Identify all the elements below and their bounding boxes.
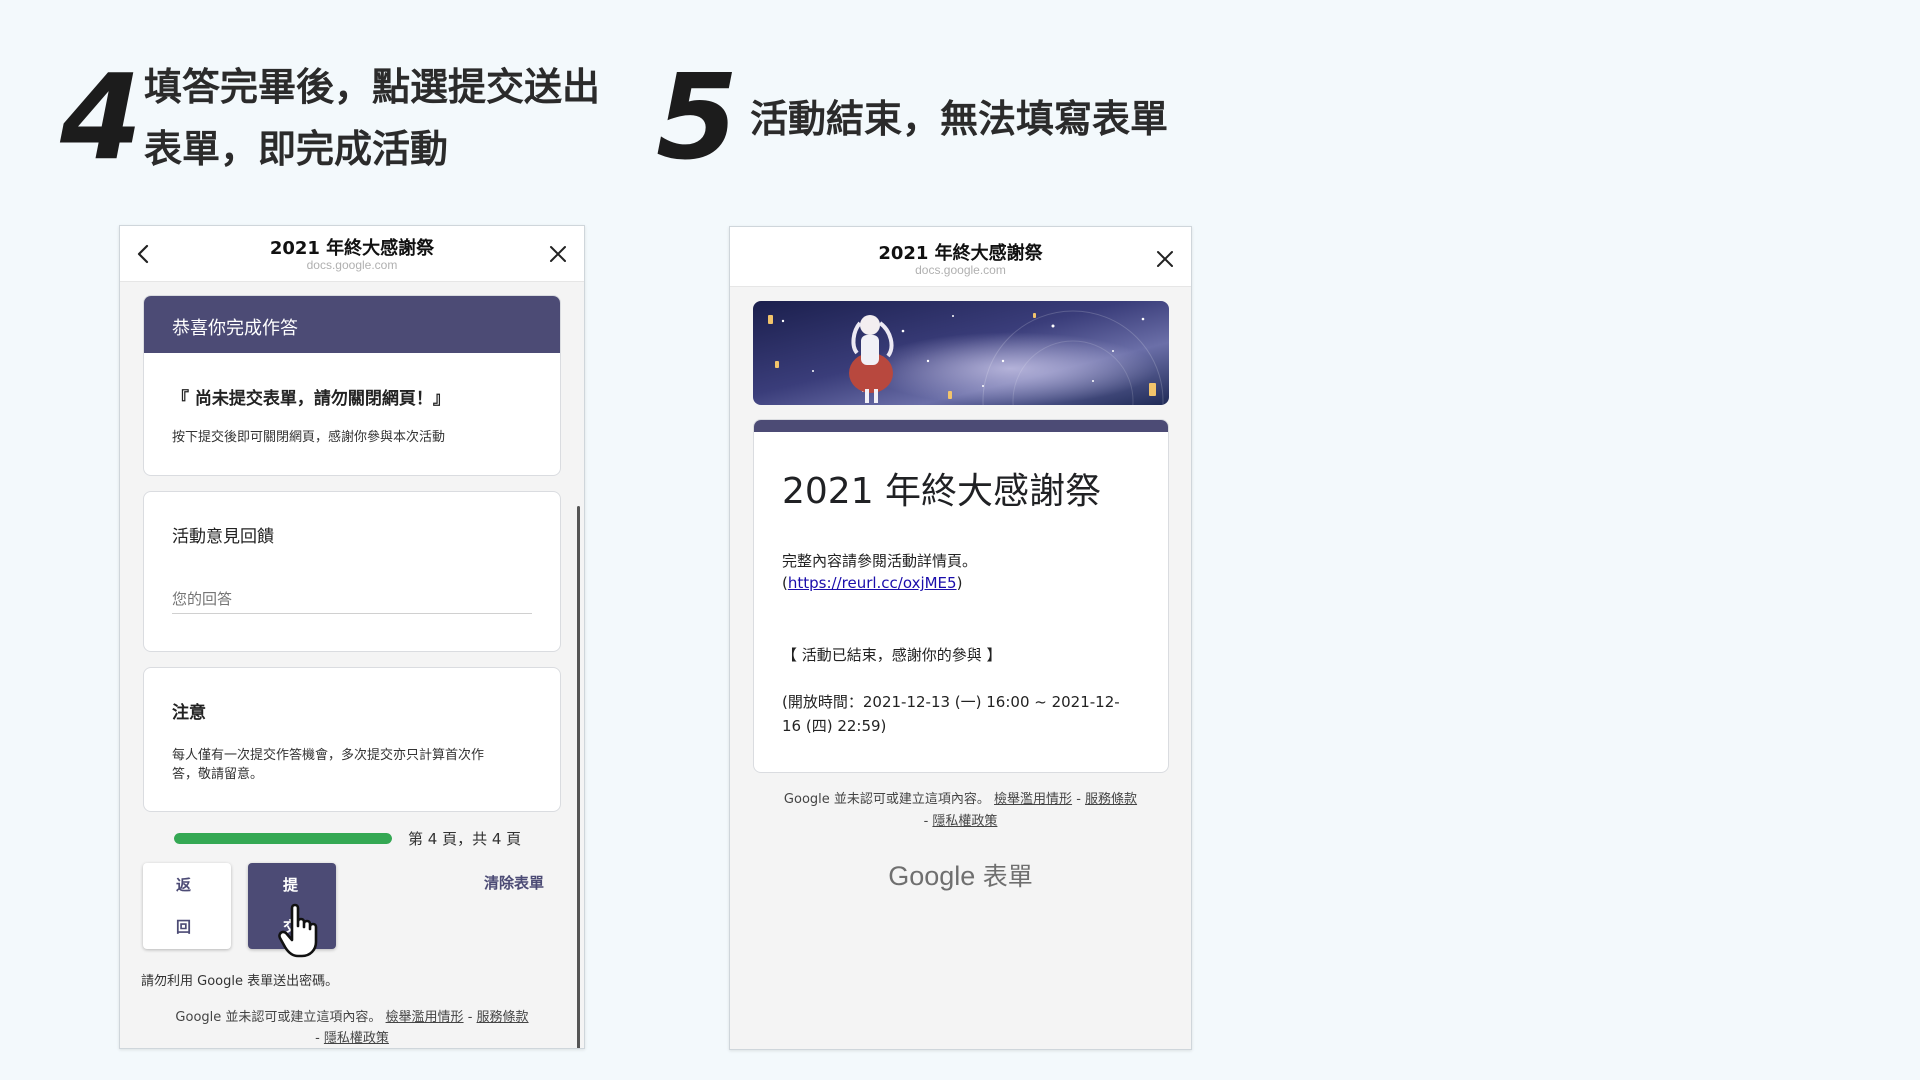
browser-header: 2021 年終大感謝祭 docs.google.com [730, 227, 1191, 287]
footer-disclaimer: Google 並未認可或建立這項內容。 [783, 792, 990, 807]
feedback-answer-input[interactable] [172, 584, 532, 614]
privacy-link[interactable]: 隱私權政策 [324, 1031, 389, 1046]
scrollbar[interactable] [577, 506, 580, 1048]
completion-card-header: 恭喜你完成作答 [144, 296, 560, 353]
footer-separator: - [1076, 792, 1081, 807]
browser-page-title: 2021 年終大感謝祭 [269, 238, 435, 259]
password-warning: 請勿利用 Google 表單送出密碼。 [141, 974, 339, 989]
not-submitted-warning: 『 尚未提交表單，請勿關閉網頁！』 [172, 389, 450, 409]
google-forms-logo[interactable]: Google 表單 [730, 857, 1191, 893]
back-button-label-2: 回 [176, 918, 192, 936]
footer-separator: - [923, 814, 929, 829]
submit-button-label-1: 提 [283, 876, 299, 894]
link-paren-close: ) [956, 574, 963, 592]
browser-page-title: 2021 年終大感謝祭 [878, 243, 1043, 264]
open-time-line-1: (開放時間：2021-12-13 (一) 16:00 ~ 2021-12- [782, 693, 1120, 711]
feedback-question-title: 活動意見回饋 [172, 527, 274, 547]
report-abuse-link[interactable]: 檢舉濫用情形 [386, 1010, 464, 1025]
close-icon[interactable] [1151, 245, 1179, 273]
feedback-question-card: 活動意見回饋 [143, 491, 561, 652]
report-abuse-link[interactable]: 檢舉濫用情形 [994, 792, 1072, 807]
close-icon[interactable] [544, 240, 572, 268]
footer-links: Google 並未認可或建立這項內容。 檢舉濫用情形 - 服務條款 - 隱私權政… [730, 789, 1191, 833]
hand-pointer-icon [278, 902, 328, 958]
form-info-card: 2021 年終大感謝祭 完整內容請參閱活動詳情頁。 (https://reurl… [753, 419, 1169, 773]
step-4-number: 4 [60, 48, 143, 186]
open-time-line-2: 16 (四) 22:59) [782, 717, 887, 735]
notice-line-1: 每人僅有一次提交作答機會，多次提交亦只計算首次作 [172, 748, 485, 763]
footer-separator: - [467, 1010, 473, 1025]
step-4-instruction-line-1: 填答完畢後，點選提交送出 [144, 65, 601, 109]
notice-line-2: 答，敬請留意。 [172, 767, 264, 782]
form-description: 完整內容請參閱活動詳情頁。 [782, 552, 978, 570]
privacy-link[interactable]: 隱私權政策 [932, 814, 997, 829]
footer-separator: - [315, 1031, 320, 1046]
event-ended-notice: 【 活動已結束，感謝你的參與 】 [782, 646, 1002, 664]
step-4-instruction-line-2: 表單，即完成活動 [144, 127, 449, 171]
browser-url: docs.google.com [915, 263, 1006, 277]
step-5-instruction: 活動結束，無法填寫表單 [750, 97, 1169, 141]
form-title: 2021 年終大感謝祭 [782, 471, 1102, 512]
form-banner-image [753, 301, 1169, 405]
step-5-number: 5 [656, 48, 739, 186]
browser-header: 2021 年終大感謝祭 docs.google.com [120, 226, 584, 282]
footer-disclaimer: Google 並未認可或建立這項內容。 [175, 1010, 382, 1025]
notice-title: 注意 [172, 703, 206, 723]
back-button[interactable]: 返 回 [143, 863, 231, 949]
submit-note: 按下提交後即可關閉網頁，感謝你參與本次活動 [172, 430, 446, 445]
google-wordmark: Google [888, 861, 976, 891]
browser-url: docs.google.com [306, 258, 398, 272]
page-indicator: 第 4 頁，共 4 頁 [408, 830, 522, 848]
left-phone-screen: 2021 年終大感謝祭 docs.google.com 恭喜你完成作答 『 尚未… [119, 225, 585, 1049]
event-details-link[interactable]: https://reurl.cc/oxjME5 [788, 574, 957, 592]
terms-link[interactable]: 服務條款 [477, 1010, 529, 1025]
forms-wordmark: 表單 [982, 862, 1033, 891]
right-phone-screen: 2021 年終大感謝祭 docs.google.com 2021 年終大感謝祭 … [729, 226, 1192, 1050]
clear-form-button[interactable]: 清除表單 [484, 872, 544, 893]
form-link-line: (https://reurl.cc/oxjME5) [782, 574, 962, 592]
form-card-accent-bar [754, 420, 1168, 432]
progress-bar-fill [174, 833, 392, 844]
back-button-label-1: 返 [176, 876, 192, 894]
footer-links: Google 並未認可或建立這項內容。 檢舉濫用情形 - 服務條款 - 隱私權政… [120, 1007, 584, 1048]
terms-link[interactable]: 服務條款 [1085, 792, 1137, 807]
notice-card: 注意 每人僅有一次提交作答機會，多次提交亦只計算首次作 答，敬請留意。 [143, 667, 561, 812]
completion-card: 恭喜你完成作答 『 尚未提交表單，請勿關閉網頁！』 按下提交後即可關閉網頁，感謝… [143, 295, 561, 476]
progress-bar-track [174, 833, 392, 844]
